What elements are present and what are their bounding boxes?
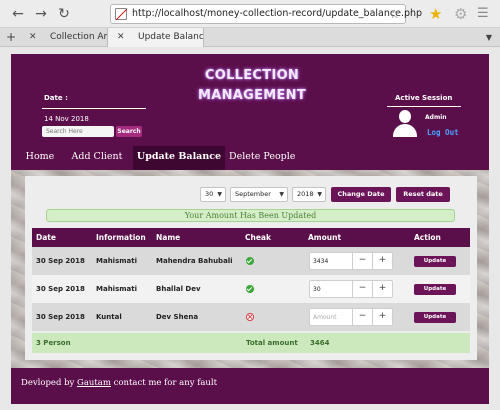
decrement-button[interactable]: − — [352, 309, 372, 325]
amount-input[interactable] — [310, 253, 352, 269]
tab-bar: + ✕ Collection Amo... ✕ Update Balance ▼ — [0, 28, 500, 47]
session-label: Active Session — [395, 94, 453, 102]
settings-gear-icon[interactable]: ⚙ — [454, 5, 467, 23]
cross-circle-icon — [246, 312, 254, 322]
close-tab-icon[interactable]: ✕ — [29, 28, 37, 47]
row-information: Mahismati — [96, 257, 138, 265]
menu-icon[interactable]: ☰ — [477, 5, 489, 23]
success-alert: Your Amount Has Been Updated — [46, 209, 455, 222]
amount-stepper[interactable]: − + — [309, 280, 393, 298]
row-date: 30 Sep 2018 — [36, 257, 85, 265]
author-link[interactable]: Gautam — [77, 378, 111, 388]
divider — [42, 108, 146, 109]
column-header-action: Action — [414, 233, 441, 242]
footer-prefix: Devloped by — [21, 378, 75, 388]
address-bar[interactable]: http://localhost/money-collection-record… — [110, 4, 422, 24]
month-select[interactable]: September ▼ — [230, 187, 288, 202]
year-select[interactable]: 2018 ▼ — [292, 187, 326, 202]
nav-update-balance[interactable]: Update Balance — [133, 146, 225, 170]
update-button[interactable]: Update — [414, 256, 456, 267]
amount-stepper[interactable]: − + — [309, 308, 393, 326]
total-amount-value: 3464 — [310, 339, 330, 347]
row-name: Mahendra Bahubali — [156, 257, 233, 265]
admin-name: Admin — [425, 114, 447, 121]
column-header-name: Name — [156, 233, 181, 242]
logout-link[interactable]: Log Out — [427, 128, 459, 137]
amount-stepper[interactable]: − + — [309, 252, 393, 270]
row-date: 30 Sep 2018 — [36, 313, 85, 321]
page: COLLECTION MANAGEMENT Date : 14 Nov 2018… — [11, 54, 489, 404]
decrement-button[interactable]: − — [352, 281, 372, 297]
tab-list-chevron-icon[interactable]: ▼ — [486, 28, 492, 47]
search-input[interactable] — [42, 126, 114, 137]
row-information: Mahismati — [96, 285, 138, 293]
row-name: Bhallal Dev — [156, 285, 201, 293]
close-tab-icon[interactable]: ✕ — [117, 28, 125, 47]
column-header-amount: Amount — [308, 233, 342, 242]
table-footer: 3 Person Total amount 3464 — [32, 333, 470, 353]
tab-title: Update Balance — [138, 32, 204, 42]
date-label: Date : — [44, 94, 68, 102]
footer-text: Devloped by Gautam contact me for any fa… — [21, 378, 217, 388]
balance-card: 30 ▼ September ▼ 2018 ▼ Change Date Rese… — [25, 176, 477, 360]
search-button[interactable]: Search — [116, 126, 142, 137]
new-tab-icon[interactable]: + — [6, 28, 16, 47]
table-row: 30 Sep 2018 Mahismati Bhallal Dev − + Up… — [32, 275, 470, 303]
day-select[interactable]: 30 ▼ — [200, 187, 226, 202]
table-header: Date Information Name Cheak Amount Actio… — [32, 228, 470, 247]
chevron-down-icon: ▼ — [217, 191, 222, 198]
favorite-star-icon[interactable]: ★ — [429, 5, 442, 23]
nav-home[interactable]: Home — [21, 146, 59, 170]
tab-update-balance[interactable]: ✕ Update Balance — [108, 28, 204, 47]
table-row: 30 Sep 2018 Mahismati Mahendra Bahubali … — [32, 247, 470, 275]
check-circle-icon — [246, 257, 254, 265]
decrement-button[interactable]: − — [352, 253, 372, 269]
tab-collection[interactable]: ✕ Collection Amo... — [20, 28, 108, 47]
browser-toolbar: ← → ↻ http://localhost/money-collection-… — [0, 0, 500, 28]
check-circle-icon — [246, 285, 254, 293]
increment-button[interactable]: + — [372, 253, 392, 269]
total-amount-label: Total amount — [246, 339, 298, 347]
site-header: COLLECTION MANAGEMENT Date : 14 Nov 2018… — [11, 54, 489, 170]
bookmark-star-icon[interactable]: ☆ — [389, 7, 400, 21]
update-button[interactable]: Update — [414, 312, 456, 323]
amount-input[interactable] — [310, 281, 352, 297]
back-arrow-icon[interactable]: ← — [10, 6, 26, 22]
footer-suffix: contact me for any fault — [113, 378, 218, 388]
table-row: 30 Sep 2018 Kuntal Dev Shena − + Update — [32, 303, 470, 331]
current-date: 14 Nov 2018 — [44, 115, 89, 123]
month-value: September — [235, 190, 271, 198]
row-date: 30 Sep 2018 — [36, 285, 85, 293]
year-value: 2018 — [297, 190, 314, 198]
forward-arrow-icon[interactable]: → — [33, 6, 49, 22]
column-header-date: Date — [36, 233, 56, 242]
column-header-information: Information — [96, 233, 146, 242]
nav-delete-people[interactable]: Delete People — [229, 146, 295, 170]
chevron-down-icon: ▼ — [279, 191, 284, 198]
url-text: http://localhost/money-collection-record… — [132, 8, 423, 19]
nav-add-client[interactable]: Add Client — [67, 146, 127, 170]
increment-button[interactable]: + — [372, 309, 392, 325]
site-logo[interactable]: COLLECTION MANAGEMENT — [159, 66, 345, 103]
row-information: Kuntal — [96, 313, 122, 321]
row-name: Dev Shena — [156, 313, 199, 321]
update-button[interactable]: Update — [414, 284, 456, 295]
site-footer: Devloped by Gautam contact me for any fa… — [11, 368, 489, 404]
change-date-button[interactable]: Change Date — [331, 187, 391, 202]
page-viewport: COLLECTION MANAGEMENT Date : 14 Nov 2018… — [0, 48, 500, 410]
tab-title: Collection Amo... — [50, 32, 107, 42]
user-avatar-icon — [393, 110, 417, 138]
reset-date-button[interactable]: Reset date — [396, 187, 450, 202]
day-value: 30 — [205, 190, 214, 198]
divider — [387, 106, 461, 107]
insecure-page-icon — [115, 8, 127, 20]
reload-icon[interactable]: ↻ — [56, 6, 72, 22]
chevron-down-icon: ▼ — [317, 191, 322, 198]
column-header-cheak: Cheak — [245, 233, 271, 242]
person-count: 3 Person — [36, 339, 71, 347]
amount-input[interactable] — [310, 309, 352, 325]
increment-button[interactable]: + — [372, 281, 392, 297]
